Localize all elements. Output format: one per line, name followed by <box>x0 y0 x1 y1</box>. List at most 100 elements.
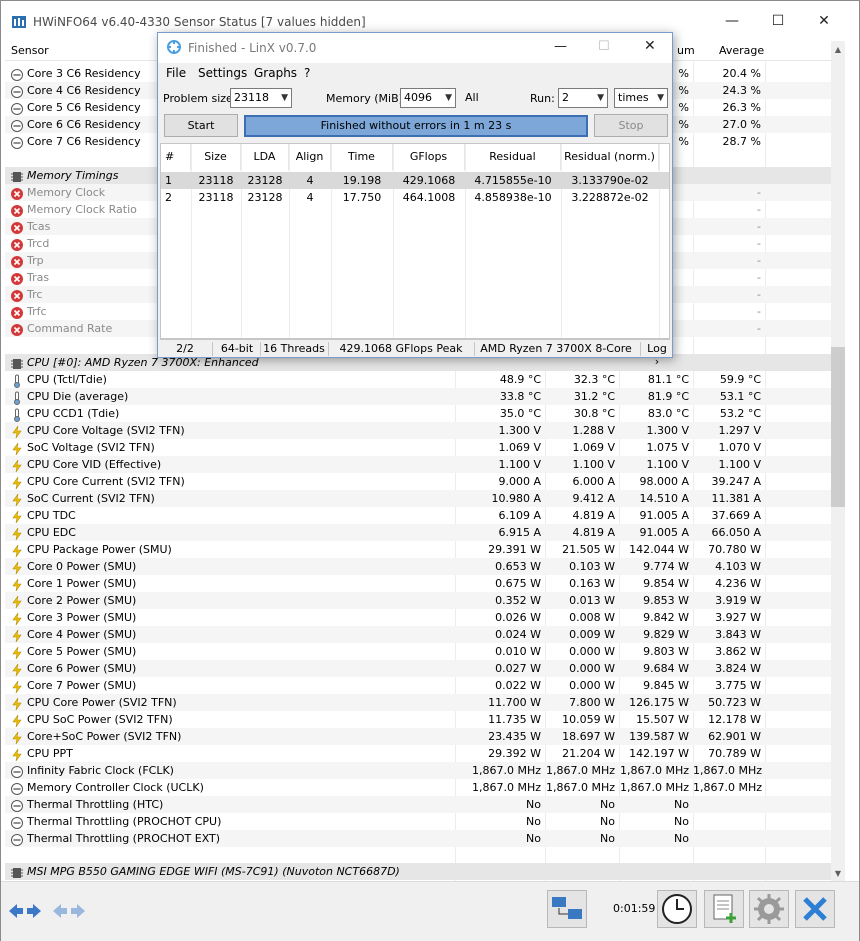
column-header[interactable]: Time <box>331 144 393 170</box>
sensor-row[interactable]: SoC Voltage (SVI2 TFN) 1.069 V 1.069 V 1.07… <box>5 439 831 456</box>
maximize-button[interactable]: ☐ <box>763 9 793 33</box>
sensor-row[interactable]: Core+SoC Power (SVI2 TFN) 23.435 W 18.697 … <box>5 728 831 745</box>
scrollbar-thumb[interactable] <box>831 347 845 507</box>
all-option[interactable]: All <box>465 91 479 104</box>
sensor-current: 0.027 W <box>495 662 541 675</box>
sensor-row[interactable]: Core 2 Power (SMU) 0.352 W 0.013 W 9.853 W 3… <box>5 592 831 609</box>
sensor-min: 21.204 W <box>562 747 615 760</box>
sensor-row[interactable]: Core 1 Power (SMU) 0.675 W 0.163 W 9.854 W 4… <box>5 575 831 592</box>
linx-close-button[interactable]: ✕ <box>644 38 656 54</box>
sensor-row[interactable]: Thermal Throttling (PROCHOT EXT) No No No <box>5 830 831 847</box>
menu-settings[interactable]: Settings <box>198 66 247 80</box>
menu-graphs[interactable]: Graphs <box>254 66 297 80</box>
sensor-row[interactable]: Memory Controller Clock (UCLK) 1,867.0 MH… <box>5 779 831 796</box>
sensor-row[interactable]: Core 6 Power (SMU) 0.027 W 0.000 W 9.684 W 3… <box>5 660 831 677</box>
sensor-row[interactable]: Core 4 Power (SMU) 0.024 W 0.009 W 9.829 W 3… <box>5 626 831 643</box>
sensor-row[interactable]: CPU Core Power (SVI2 TFN) 11.700 W 7.800 W… <box>5 694 831 711</box>
table-cell: 19.198 <box>342 174 382 187</box>
lightning-bolt-icon <box>10 593 24 609</box>
sensor-avg: 27.0 % <box>722 118 761 131</box>
group-title: Memory Timings <box>27 169 119 182</box>
motherboard-chip-icon <box>10 864 24 878</box>
log-link[interactable]: Log › <box>644 342 670 368</box>
sensor-name: SoC Current (SVI2 TFN) <box>27 492 155 505</box>
memory-combo[interactable]: 4096 ▼ <box>400 88 456 108</box>
sensor-min: 0.000 W <box>569 645 615 658</box>
sensor-current: 0.024 W <box>495 628 541 641</box>
cpu-name: AMD Ryzen 7 3700X 8-Core <box>480 342 632 355</box>
sensor-row[interactable]: CPU Core Current (SVI2 TFN) 9.000 A 6.000 … <box>5 473 831 490</box>
status-progress-bar: Finished without errors in 1 m 23 s <box>244 115 588 137</box>
sensor-row[interactable]: Thermal Throttling (PROCHOT CPU) No No No <box>5 813 831 830</box>
minimize-button[interactable]: — <box>717 9 747 33</box>
run-combo[interactable]: 2 ▼ <box>558 88 608 108</box>
sensor-row[interactable]: Core 0 Power (SMU) 0.653 W 0.103 W 9.774 W 4… <box>5 558 831 575</box>
linx-minimize-button[interactable]: — <box>554 39 567 54</box>
scroll-up-arrow[interactable]: ▲ <box>831 41 845 58</box>
sensor-name: CPU (Tctl/Tdie) <box>27 373 107 386</box>
network-computers-icon <box>552 897 582 919</box>
close-sensors-button[interactable] <box>795 890 835 928</box>
menu-help[interactable]: ? <box>304 66 310 80</box>
column-header[interactable]: Residual (norm.) <box>561 144 659 170</box>
settings-button[interactable] <box>749 890 789 928</box>
sensor-min: 32.3 °C <box>573 373 615 386</box>
menu-file[interactable]: File <box>166 66 186 80</box>
sensor-row[interactable]: CPU SoC Power (SVI2 TFN) 11.735 W 10.059 W… <box>5 711 831 728</box>
sensor-min: 30.8 °C <box>573 407 615 420</box>
cpu-chip-icon <box>10 355 24 369</box>
sensor-min: 4.819 A <box>572 526 615 539</box>
table-cell: 4.715855e-10 <box>474 174 552 187</box>
column-header[interactable]: Size <box>191 144 241 170</box>
sensor-row[interactable]: CPU PPT 29.392 W 21.204 W 142.197 W 70.789 W <box>5 745 831 762</box>
header-average[interactable]: Average <box>719 44 764 57</box>
expand-collapse-arrows-icon[interactable] <box>7 896 43 926</box>
header-maximum[interactable]: um <box>677 44 695 57</box>
sensor-avg: 66.050 A <box>711 526 761 539</box>
sensor-min: 1.069 V <box>572 441 615 454</box>
sensor-row[interactable]: CPU Core VID (Effective) 1.100 V 1.100 V 1.… <box>5 456 831 473</box>
column-header[interactable]: LDA <box>241 144 289 170</box>
header-sensor[interactable]: Sensor <box>11 44 49 57</box>
sensor-row[interactable]: SoC Current (SVI2 TFN) 10.980 A 9.412 A 14.… <box>5 490 831 507</box>
sensor-name: CPU Package Power (SMU) <box>27 543 172 556</box>
lightning-bolt-icon <box>10 627 24 643</box>
network-monitor-button[interactable] <box>547 890 587 928</box>
start-button[interactable]: Start <box>164 114 238 137</box>
sensor-row[interactable]: CPU (Tctl/Tdie) 48.9 °C 32.3 °C 81.1 °C 59.9… <box>5 371 831 388</box>
column-header[interactable]: GFlops <box>393 144 465 170</box>
sensor-row[interactable]: Core 7 Power (SMU) 0.022 W 0.000 W 9.845 W 3… <box>5 677 831 694</box>
column-header[interactable]: Align <box>289 144 331 170</box>
timer-reset-button[interactable] <box>657 890 697 928</box>
column-header[interactable]: # <box>161 144 191 170</box>
run-unit-combo[interactable]: times ▼ <box>614 88 668 108</box>
close-button[interactable]: ✕ <box>809 9 839 33</box>
sensor-row[interactable]: Thermal Throttling (HTC) No No No <box>5 796 831 813</box>
sensor-row[interactable]: CPU Package Power (SMU) 29.391 W 21.505 W 1… <box>5 541 831 558</box>
sensor-avg: 1,867.0 MHz <box>693 764 763 777</box>
sensor-name: Thermal Throttling (PROCHOT EXT) <box>27 832 221 845</box>
sensor-avg: - <box>757 322 761 335</box>
table-row[interactable]: 1 23118 23128 4 19.198 429.1068 4.715855e-10 3.… <box>161 172 669 189</box>
sensor-min: 4.819 A <box>572 509 615 522</box>
sensor-row[interactable]: CPU CCD1 (Tdie) 35.0 °C 30.8 °C 83.0 °C 53.2… <box>5 405 831 422</box>
scroll-down-arrow[interactable]: ▼ <box>831 865 845 882</box>
switch-layout-arrows-icon[interactable] <box>51 896 87 926</box>
sensor-row[interactable]: Infinity Fabric Clock (FCLK) 1,867.0 MHz 1… <box>5 762 831 779</box>
sensor-row[interactable]: CPU Core Voltage (SVI2 TFN) 1.300 V 1.288 … <box>5 422 831 439</box>
sensor-name: Core 4 Power (SMU) <box>27 628 137 641</box>
thermometer-icon <box>10 372 24 388</box>
sensor-row[interactable]: Core 5 Power (SMU) 0.010 W 0.000 W 9.803 W 3… <box>5 643 831 660</box>
sensor-current: 29.392 W <box>488 747 541 760</box>
sensor-row[interactable]: CPU Die (average) 33.8 °C 31.2 °C 81.9 °C 53… <box>5 388 831 405</box>
problem-size-combo[interactable]: 23118 ▼ <box>230 88 292 108</box>
column-header[interactable]: Residual <box>465 144 561 170</box>
table-row[interactable]: 2 23118 23128 4 17.750 464.1008 4.858938e-10 3.… <box>161 189 669 206</box>
logging-button[interactable] <box>704 890 744 928</box>
sensor-row[interactable]: Core 3 Power (SMU) 0.026 W 0.008 W 9.842 W 3… <box>5 609 831 626</box>
sensor-row[interactable]: CPU EDC 6.915 A 4.819 A 91.005 A 66.050 A <box>5 524 831 541</box>
sensor-group-motherboard[interactable]: MSI MPG B550 GAMING EDGE WIFI (MS-7C91) … <box>5 863 831 880</box>
sensor-row[interactable]: CPU TDC 6.109 A 4.819 A 91.005 A 37.669 A <box>5 507 831 524</box>
sensor-avg: 3.927 W <box>715 611 761 624</box>
error-icon <box>10 287 24 302</box>
